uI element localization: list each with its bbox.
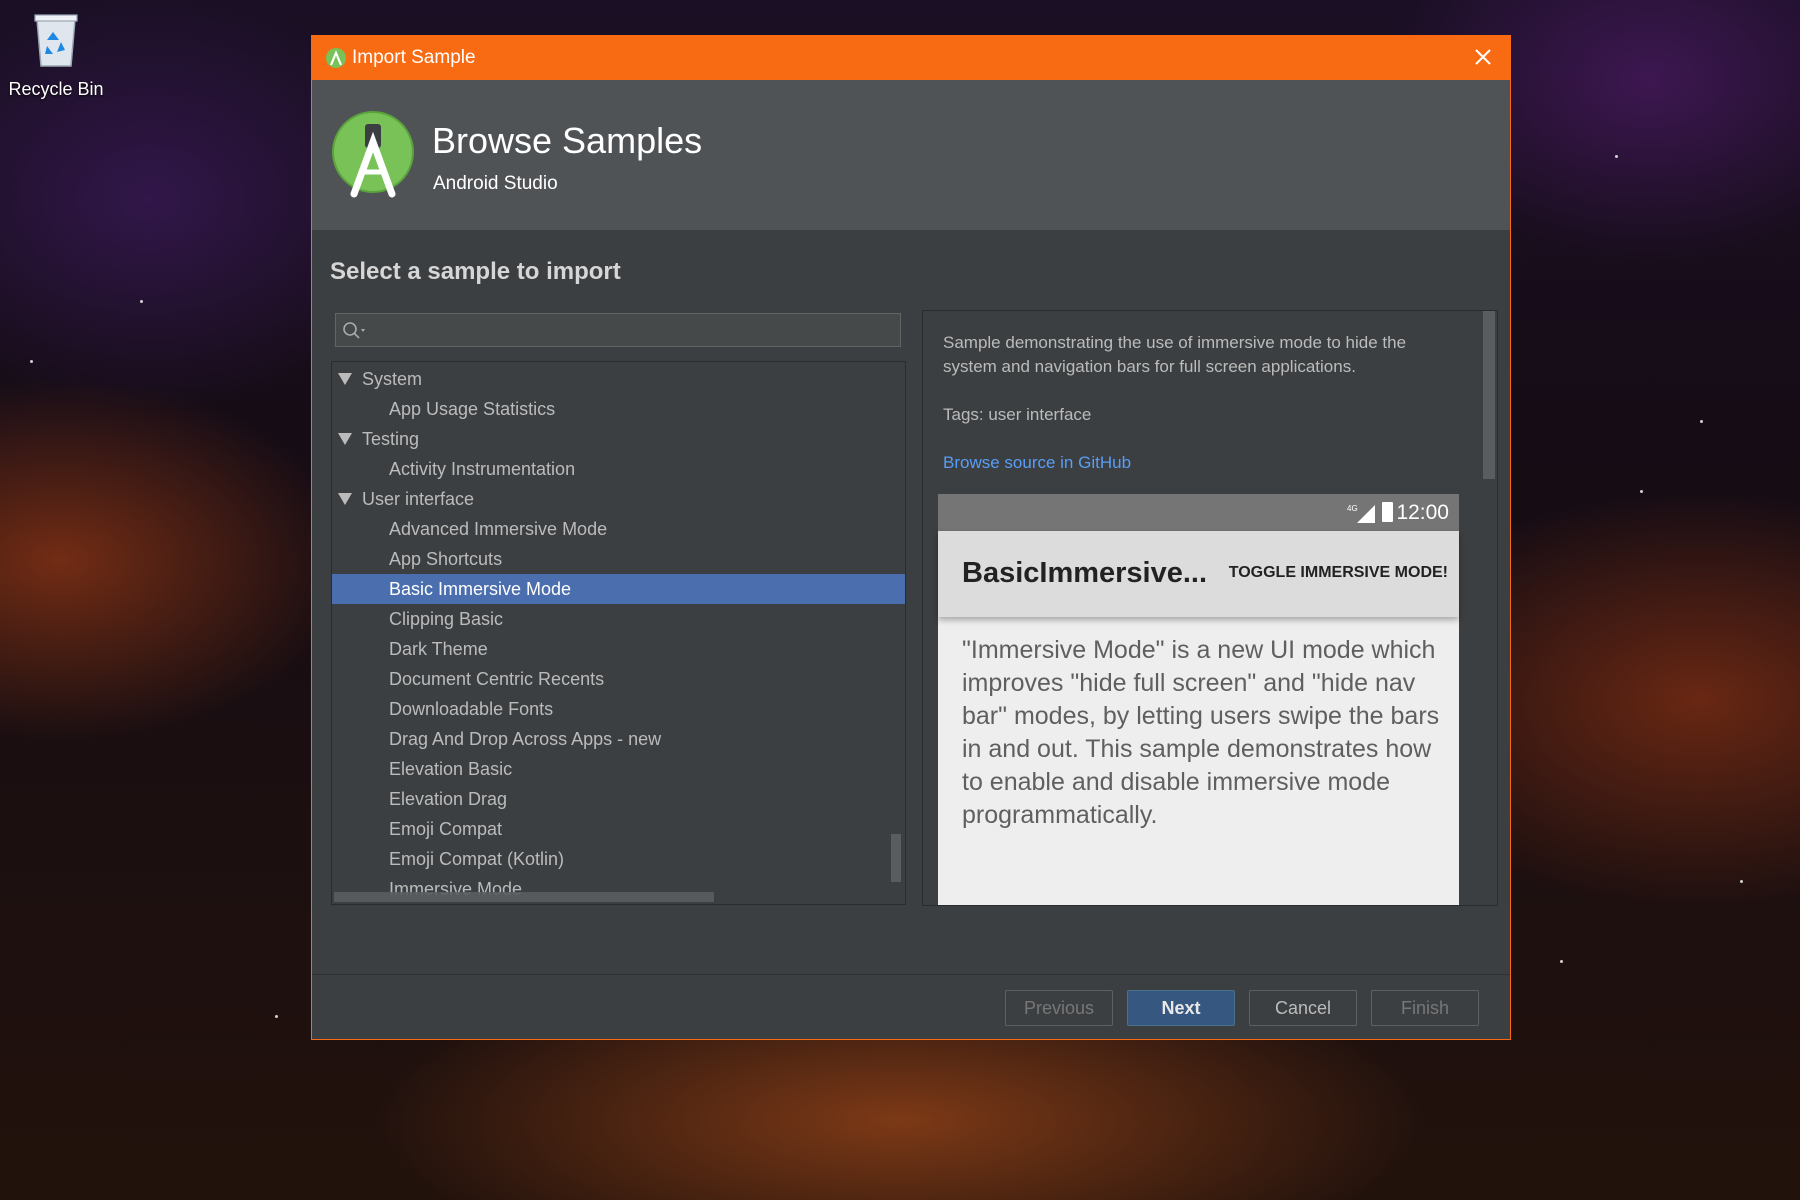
battery-icon	[1382, 502, 1393, 522]
tree-label: User interface	[362, 489, 475, 509]
tree-label: App Shortcuts	[389, 549, 503, 569]
title-bar[interactable]: Import Sample	[312, 36, 1510, 80]
android-studio-logo	[332, 111, 414, 198]
star	[1560, 960, 1563, 963]
star	[1615, 155, 1618, 158]
expand-triangle-icon[interactable]	[338, 493, 352, 505]
tree-horizontal-scrollbar[interactable]	[334, 892, 714, 902]
tree-label: Basic Immersive Mode	[389, 579, 572, 599]
tree-item[interactable]: Emoji Compat (Kotlin)	[332, 844, 905, 874]
tree-category[interactable]: System	[332, 364, 905, 394]
expand-triangle-icon[interactable]	[338, 373, 352, 385]
footer-divider	[312, 974, 1510, 975]
tree-label: Document Centric Recents	[389, 669, 605, 689]
star	[275, 1015, 278, 1018]
tree-item[interactable]: Emoji Compat	[332, 814, 905, 844]
tree-item[interactable]: Downloadable Fonts	[332, 694, 905, 724]
cancel-button[interactable]: Cancel	[1249, 990, 1357, 1026]
tree-category[interactable]: Testing	[332, 424, 905, 454]
recycle-bin-icon	[34, 14, 78, 67]
tree-label: Advanced Immersive Mode	[389, 519, 608, 539]
search-input[interactable]	[335, 313, 901, 347]
expand-triangle-icon[interactable]	[338, 433, 352, 445]
tree-label: Emoji Compat	[389, 819, 503, 839]
preview-clock: 12:00	[1396, 501, 1449, 524]
section-title: Select a sample to import	[330, 258, 621, 285]
tree-vertical-scrollbar[interactable]	[891, 834, 901, 882]
import-sample-dialog: Import Sample Browse Samples Android Stu…	[311, 35, 1511, 1040]
preview-status-bar: 4G 12:00	[938, 494, 1459, 531]
window-title: Import Sample	[352, 47, 476, 68]
sample-detail-panel: Sample demonstrating the use of immersiv…	[922, 310, 1498, 906]
sample-description: Sample demonstrating the use of immersiv…	[943, 333, 1407, 376]
previous-button[interactable]: Previous	[1005, 990, 1113, 1026]
star	[1740, 880, 1743, 883]
dialog-header: Browse Samples Android Studio	[312, 80, 1510, 230]
tree-item[interactable]: App Usage Statistics	[332, 394, 905, 424]
tree-label: Clipping Basic	[389, 609, 504, 629]
star	[1700, 420, 1703, 423]
preview-body-text: "Immersive Mode" is a new UI mode which …	[962, 636, 1440, 829]
finish-button[interactable]: Finish	[1371, 990, 1479, 1026]
next-button[interactable]: Next	[1127, 990, 1235, 1026]
tree-item[interactable]: Clipping Basic	[332, 604, 905, 634]
tree-item[interactable]: Activity Instrumentation	[332, 454, 905, 484]
github-link[interactable]: Browse source in GitHub	[943, 453, 1131, 473]
star	[1640, 490, 1643, 493]
header-title: Browse Samples	[432, 120, 703, 161]
tree-label: Testing	[362, 429, 420, 449]
tree-item[interactable]: Elevation Drag	[332, 784, 905, 814]
tree-item[interactable]: App Shortcuts	[332, 544, 905, 574]
android-studio-icon	[326, 48, 346, 68]
sample-tags: Tags: user interface	[943, 405, 1092, 424]
signal-icon: 4G	[1347, 504, 1375, 523]
tree-item[interactable]: Drag And Drop Across Apps - new	[332, 724, 905, 754]
sample-tree[interactable]: System App Usage Statistics Testing Activit…	[331, 361, 906, 905]
network-label: 4G	[1347, 504, 1358, 513]
tree-label: Downloadable Fonts	[389, 699, 554, 719]
search-icon	[343, 322, 365, 339]
preview-app-bar: BasicImmersive... TOGGLE IMMERSIVE MODE!	[938, 531, 1459, 617]
tree-category[interactable]: User interface	[332, 484, 905, 514]
tree-item[interactable]: Dark Theme	[332, 634, 905, 664]
tree-label: Drag And Drop Across Apps - new	[389, 729, 662, 749]
tree-label: Elevation Drag	[389, 789, 508, 809]
star	[140, 300, 143, 303]
tree-label: App Usage Statistics	[389, 399, 556, 419]
recycle-bin[interactable]: Recycle Bin	[8, 10, 104, 100]
star	[30, 360, 33, 363]
tree-label: Emoji Compat (Kotlin)	[389, 849, 565, 869]
tree-label: System	[362, 369, 423, 389]
tree-item[interactable]: Elevation Basic	[332, 754, 905, 784]
tree-label: Activity Instrumentation	[389, 459, 576, 479]
header-subtitle: Android Studio	[433, 173, 558, 194]
close-icon[interactable]	[1470, 44, 1496, 70]
tree-item[interactable]: Basic Immersive Mode	[332, 574, 905, 604]
preview-toggle-action: TOGGLE IMMERSIVE MODE!	[1228, 564, 1448, 581]
tree-item[interactable]: Advanced Immersive Mode	[332, 514, 905, 544]
tree-item[interactable]: Document Centric Recents	[332, 664, 905, 694]
tree-label: Elevation Basic	[389, 759, 513, 779]
preview-app-title: BasicImmersive...	[962, 557, 1208, 589]
detail-scrollbar[interactable]	[1483, 311, 1495, 479]
sample-preview: 4G 12:00 BasicImmersive... TOGGLE IMMERS…	[938, 494, 1459, 905]
recycle-bin-label: Recycle Bin	[8, 79, 104, 99]
tree-label: Dark Theme	[389, 639, 488, 659]
